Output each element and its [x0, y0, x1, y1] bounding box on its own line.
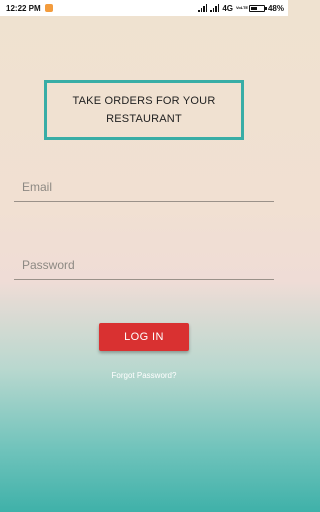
status-indicators: 4G VoLTE 48% — [198, 4, 284, 13]
signal-icon-secondary — [210, 4, 220, 12]
battery-fill — [250, 6, 257, 10]
status-time: 12:22 PM — [6, 3, 41, 13]
notification-icon — [44, 4, 53, 12]
forgot-password-link[interactable]: Forgot Password? — [0, 371, 288, 380]
battery-percent: 48% — [267, 3, 284, 13]
status-bar: 12:22 PM 4G VoLTE 48% — [0, 0, 288, 16]
network-type: 4G — [222, 3, 233, 13]
password-field[interactable] — [14, 250, 274, 279]
volte-label: VoLTE — [235, 5, 249, 10]
email-field[interactable] — [14, 172, 274, 201]
password-field-container — [14, 250, 274, 280]
login-button[interactable]: LOG IN — [99, 323, 189, 351]
battery-icon — [248, 4, 267, 12]
email-field-container — [14, 172, 274, 202]
page-title: TAKE ORDERS FOR YOUR RESTAURANT — [44, 80, 244, 140]
signal-icon — [198, 4, 208, 12]
